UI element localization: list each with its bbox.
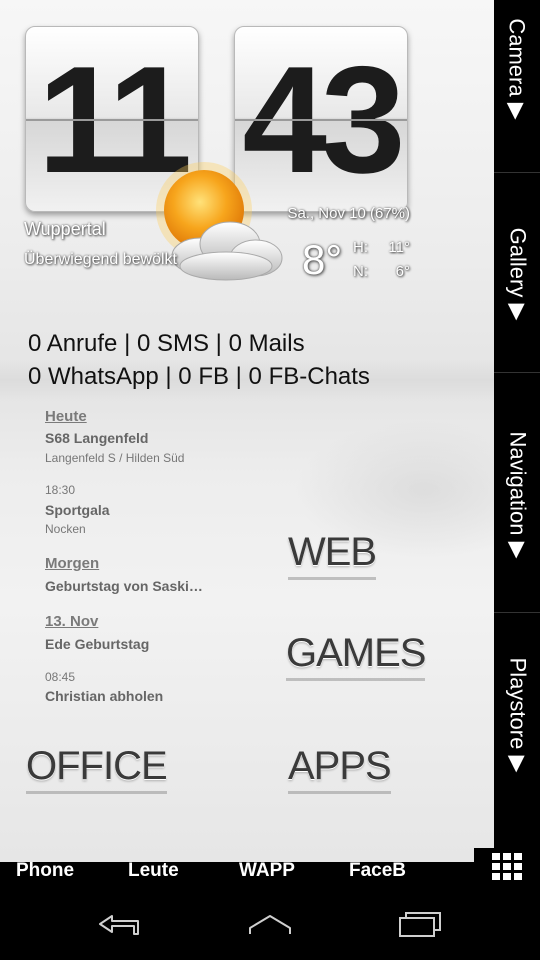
navigation-shortcut[interactable]: Navigation ▶ — [494, 405, 540, 585]
dock-faceb[interactable]: FaceB — [349, 861, 406, 884]
low-label: N: — [353, 263, 368, 280]
flip-divider — [26, 119, 198, 121]
current-temperature: 8° — [302, 236, 343, 283]
agenda-day-tomorrow: Morgen — [45, 555, 100, 572]
high-label: H: — [353, 239, 368, 256]
home-icon[interactable] — [240, 904, 300, 944]
agenda-event-title[interactable]: Sportgala — [45, 502, 110, 518]
weather-condition: Überwiegend bewölkt — [24, 251, 177, 268]
navigation-label: Navigation ▶ — [505, 431, 531, 559]
agenda-event-time: 08:45 — [45, 670, 76, 684]
playstore-label: Playstore ▶ — [505, 657, 530, 773]
divider — [494, 172, 540, 173]
divider — [494, 612, 540, 613]
agenda-event-title[interactable]: Geburtstag von Saski… — [45, 578, 203, 594]
apps-shortcut[interactable]: APPS — [288, 744, 392, 794]
gallery-shortcut[interactable]: Gallery ▶ — [494, 210, 540, 338]
back-icon[interactable] — [90, 904, 150, 944]
gallery-label: Gallery ▶ — [505, 227, 530, 321]
agenda-event-title[interactable]: Ede Geburtstag — [45, 636, 149, 652]
games-shortcut[interactable]: GAMES — [286, 631, 426, 681]
message-counters-line2[interactable]: 0 WhatsApp | 0 FB | 0 FB-Chats — [28, 363, 370, 391]
recent-apps-icon[interactable] — [390, 904, 450, 944]
dock-bar: Phone Leute WAPP FaceB — [0, 861, 540, 888]
agenda-event-location: Langenfeld S / Hilden Süd — [45, 451, 185, 465]
app-drawer-grid-icon — [492, 853, 522, 880]
low-temperature: 6° — [395, 263, 410, 280]
high-temperature: 11° — [388, 239, 410, 256]
agenda-day-date: 13. Nov — [45, 613, 99, 630]
app-drawer-button[interactable] — [474, 848, 540, 884]
dock-leute[interactable]: Leute — [128, 861, 179, 884]
dock-wapp[interactable]: WAPP — [239, 861, 295, 884]
weather-city: Wuppertal — [24, 219, 106, 239]
playstore-shortcut[interactable]: Playstore ▶ — [494, 640, 540, 790]
agenda-event-location: Nocken — [45, 522, 86, 536]
office-shortcut[interactable]: OFFICE — [26, 744, 168, 794]
side-shortcut-bar: Camera ▶ Gallery ▶ Navigation ▶ Playstor… — [494, 0, 540, 862]
dock-phone[interactable]: Phone — [16, 861, 74, 884]
flip-divider — [235, 119, 407, 121]
agenda-event-time: 18:30 — [45, 483, 76, 497]
system-navigation-bar — [0, 888, 540, 960]
camera-shortcut[interactable]: Camera ▶ — [494, 0, 540, 138]
camera-label: Camera ▶ — [505, 18, 530, 120]
agenda-event-title[interactable]: Christian abholen — [45, 688, 163, 704]
divider — [494, 372, 540, 373]
agenda-event-title[interactable]: S68 Langenfeld — [45, 430, 148, 446]
date-battery: Sa., Nov 10 (67%) — [287, 205, 410, 222]
web-shortcut[interactable]: WEB — [288, 530, 377, 580]
message-counters-line1[interactable]: 0 Anrufe | 0 SMS | 0 Mails — [28, 330, 305, 358]
agenda-day-today: Heute — [45, 408, 87, 425]
